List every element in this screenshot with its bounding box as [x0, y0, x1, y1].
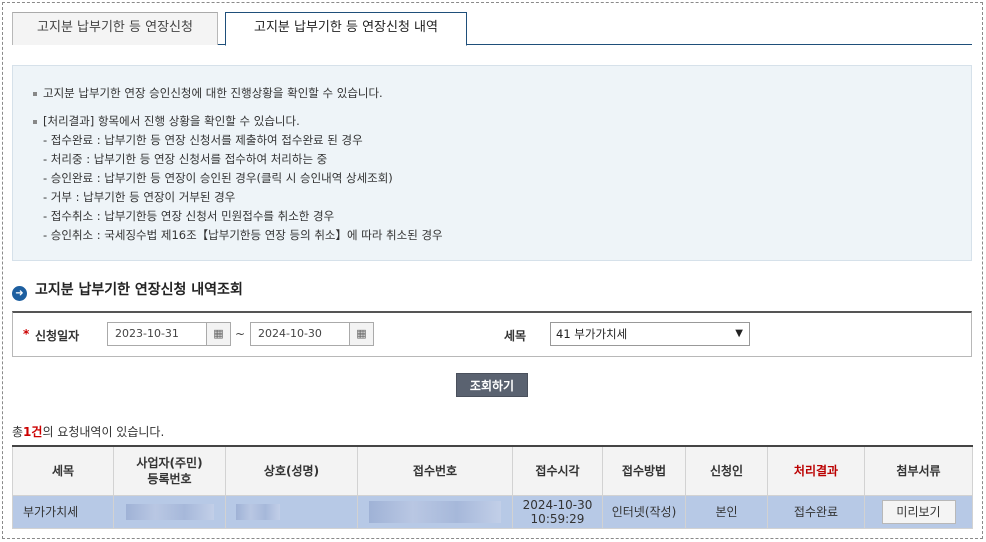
cell-result: 접수완료: [767, 494, 865, 529]
col-receipt-time: 접수시각: [512, 446, 603, 496]
bullet-icon: [33, 91, 37, 96]
cell-receipt-no-redacted[interactable]: [357, 494, 513, 529]
tax-label: 세목: [504, 329, 527, 343]
cell-applicant: 본인: [685, 494, 768, 529]
preview-button[interactable]: 미리보기: [881, 499, 956, 524]
arrow-right-circle-icon: ➜: [12, 286, 27, 301]
info-line-1: 고지분 납부기한 연장 승인신청에 대한 진행상황을 확인할 수 있습니다.: [33, 85, 383, 101]
col-attach: 첨부서류: [864, 446, 973, 496]
date-label: 신청일자: [35, 329, 80, 343]
calendar-icon[interactable]: ▦: [349, 322, 374, 346]
status-item: - 처리중 : 납부기한 등 연장 신청서를 접수하여 처리하는 중: [43, 152, 328, 166]
required-mark: *: [23, 327, 30, 341]
info-line-2: [처리결과] 항목에서 진행 상황을 확인할 수 있습니다.: [33, 113, 300, 129]
calendar-icon[interactable]: ▦: [206, 322, 231, 346]
col-receipt-no: 접수번호: [357, 446, 513, 496]
tax-select[interactable]: 41 부가가치세 ▼: [550, 322, 750, 346]
cell-receipt-time: 2024-10-30 10:59:29: [512, 494, 603, 529]
search-form: * 신청일자 2023-10-31 ▦ ~ 2024-10-30 ▦ 세목 41…: [12, 311, 972, 357]
redacted-block: [125, 503, 214, 520]
cell-attach: 미리보기: [864, 494, 973, 529]
status-item: - 승인취소 : 국세징수법 제16조【납부기한등 연장 등의 취소】에 따라 …: [43, 228, 443, 242]
col-tax: 세목: [12, 446, 114, 496]
date-range-separator: ~: [235, 327, 246, 341]
cell-bizno-redacted: [113, 494, 226, 529]
redacted-block: [236, 503, 280, 520]
cell-tax: 부가가치세: [12, 494, 114, 529]
date-to-input[interactable]: 2024-10-30: [250, 322, 350, 346]
col-method: 접수방법: [602, 446, 686, 496]
status-item: - 접수완료 : 납부기한 등 연장 신청서를 제출하여 접수완료 된 경우: [43, 133, 363, 147]
table-row[interactable]: 부가가치세 2024-10-30 10:59:29 인터넷(작성) 본인 접수완료…: [12, 494, 973, 529]
col-name: 상호(성명): [225, 446, 358, 496]
status-item: - 승인완료 : 납부기한 등 연장이 승인된 경우(클릭 시 승인내역 상세조…: [43, 171, 393, 185]
col-bizno: 사업자(주민) 등록번호: [113, 446, 226, 496]
cell-name-redacted: [225, 494, 358, 529]
tax-select-value: 41 부가가치세: [556, 327, 628, 341]
tab-extension-request[interactable]: 고지분 납부기한 등 연장신청: [12, 12, 218, 45]
result-count-number: 1건: [23, 425, 43, 439]
section-title: ➜ 고지분 납부기한 연장신청 내역조회: [12, 279, 243, 301]
history-table: 세목 사업자(주민) 등록번호 상호(성명) 접수번호 접수시각 접수방법 신청인…: [12, 445, 973, 529]
date-from-input[interactable]: 2023-10-31: [107, 322, 207, 346]
col-result: 처리결과: [767, 446, 865, 496]
status-item: - 접수취소 : 납부기한등 연장 신청서 민원접수를 취소한 경우: [43, 209, 335, 223]
tab-bar: 고지분 납부기한 등 연장신청 고지분 납부기한 등 연장신청 내역: [12, 12, 972, 46]
chevron-down-icon: ▼: [735, 328, 743, 339]
col-applicant: 신청인: [685, 446, 768, 496]
bullet-icon: [33, 119, 37, 124]
cell-method: 인터넷(작성): [602, 494, 686, 529]
tab-extension-history[interactable]: 고지분 납부기한 등 연장신청 내역: [225, 12, 467, 46]
search-button[interactable]: 조회하기: [456, 373, 528, 397]
redacted-block: [369, 500, 501, 523]
info-box: 고지분 납부기한 연장 승인신청에 대한 진행상황을 확인할 수 있습니다. […: [12, 65, 972, 261]
status-item: - 거부 : 납부기한 등 연장이 거부된 경우: [43, 190, 236, 204]
result-count: 총1건의 요청내역이 있습니다.: [12, 425, 165, 439]
table-header-row: 세목 사업자(주민) 등록번호 상호(성명) 접수번호 접수시각 접수방법 신청인…: [12, 446, 973, 496]
